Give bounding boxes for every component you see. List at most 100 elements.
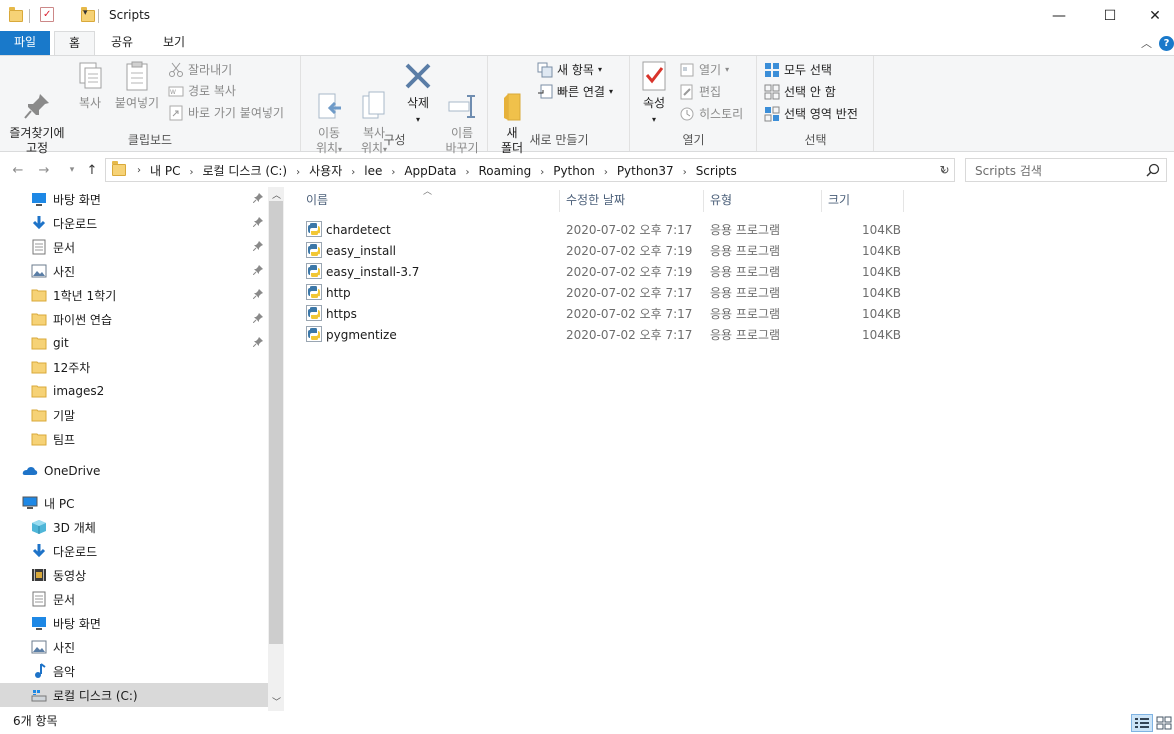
breadcrumb-item[interactable]: Python37: [617, 164, 674, 178]
breadcrumb-item[interactable]: lee: [364, 164, 382, 178]
breadcrumb-item[interactable]: Python: [553, 164, 595, 178]
sidebar-item[interactable]: git: [0, 331, 268, 355]
pin-icon[interactable]: [252, 216, 263, 230]
sidebar-item[interactable]: 사진: [0, 635, 268, 659]
back-button[interactable]: ←: [8, 160, 28, 180]
column-header-date[interactable]: 수정한 날짜: [560, 190, 704, 212]
sidebar-item[interactable]: 바탕 화면: [0, 187, 268, 211]
file-row[interactable]: easy_install 2020-07-02 오후 7:19 응용 프로그램 104…: [303, 240, 903, 261]
file-type: 응용 프로그램: [710, 223, 781, 237]
breadcrumb-item[interactable]: AppData: [404, 164, 456, 178]
sidebar-item-label: 12주차: [53, 360, 91, 375]
help-icon[interactable]: ?: [1159, 36, 1174, 51]
breadcrumb-item[interactable]: 내 PC: [150, 162, 180, 179]
details-view-button[interactable]: [1131, 714, 1153, 732]
breadcrumb-item[interactable]: 로컬 디스크 (C:): [202, 162, 287, 179]
chevron-down-icon: ▾: [69, 165, 75, 175]
sidebar-item[interactable]: 1학년 1학기: [0, 283, 268, 307]
paste-button[interactable]: 붙여넣기: [110, 60, 164, 111]
new-group: 새 폴더 새 항목 ▾ 빠른 연결 ▾ 새로 만들기: [489, 56, 630, 155]
pin-icon[interactable]: [252, 240, 263, 254]
select-none-button[interactable]: 선택 안 함: [764, 84, 836, 100]
column-header-size[interactable]: 크기: [822, 190, 904, 212]
open-button[interactable]: 열기 ▾: [679, 62, 729, 78]
cut-button[interactable]: 잘라내기: [168, 62, 232, 78]
sidebar-item[interactable]: 3D 개체: [0, 515, 268, 539]
copy-button[interactable]: 복사: [73, 60, 107, 111]
file-row[interactable]: chardetect 2020-07-02 오후 7:17 응용 프로그램 104KB: [303, 219, 903, 240]
sidebar-item[interactable]: 문서: [0, 587, 268, 611]
column-header-type[interactable]: 유형: [704, 190, 822, 212]
pin-icon[interactable]: [252, 312, 263, 326]
pin-icon[interactable]: [252, 288, 263, 302]
file-row[interactable]: easy_install-3.7 2020-07-02 오후 7:19 응용 프로그…: [303, 261, 903, 282]
sidebar-item[interactable]: 다운로드: [0, 539, 268, 563]
file-row[interactable]: pygmentize 2020-07-02 오후 7:17 응용 프로그램 104KB: [303, 324, 903, 345]
close-button[interactable]: ✕: [1132, 0, 1174, 31]
sidebar-item[interactable]: 팀프: [0, 427, 268, 451]
easy-access-button[interactable]: 빠른 연결 ▾: [537, 84, 613, 100]
up-button[interactable]: ↑: [82, 160, 102, 180]
breadcrumb-item[interactable]: Scripts: [696, 164, 737, 178]
copy-path-button[interactable]: W 경로 복사: [168, 83, 236, 99]
sidebar-item-label: 문서: [53, 592, 76, 607]
paste-shortcut-button[interactable]: 바로 가기 붙여넣기: [168, 105, 284, 121]
new-folder-icon: [496, 75, 528, 121]
sidebar-scroll-thumb[interactable]: [269, 201, 283, 644]
sidebar-item-label: git: [53, 336, 69, 350]
file-row[interactable]: http 2020-07-02 오후 7:17 응용 프로그램 104KB: [303, 282, 903, 303]
sidebar-item[interactable]: 파이썬 연습: [0, 307, 268, 331]
collapse-ribbon-icon[interactable]: ︿: [1141, 35, 1152, 51]
sidebar-item[interactable]: OneDrive: [0, 459, 268, 483]
history-button[interactable]: 히스토리: [679, 106, 743, 122]
sidebar-item[interactable]: 내 PC: [0, 491, 268, 515]
maximize-button[interactable]: ☐: [1087, 0, 1133, 31]
scroll-up-icon[interactable]: ︿: [272, 188, 281, 201]
large-icons-view-button[interactable]: [1156, 716, 1172, 730]
file-date: 2020-07-02 오후 7:17: [566, 307, 693, 321]
sidebar-item[interactable]: 동영상: [0, 563, 268, 587]
file-row[interactable]: https 2020-07-02 오후 7:17 응용 프로그램 104KB: [303, 303, 903, 324]
sidebar-item[interactable]: 기말: [0, 403, 268, 427]
sidebar-item-label: 파이썬 연습: [53, 312, 113, 327]
sidebar-item[interactable]: 12주차: [0, 355, 268, 379]
select-all-button[interactable]: 모두 선택: [764, 62, 832, 78]
sidebar-item-label: 음악: [53, 664, 76, 679]
breadcrumb-separator: ›: [391, 166, 396, 178]
tab-file[interactable]: 파일: [0, 31, 50, 55]
sidebar-item[interactable]: 다운로드: [0, 211, 268, 235]
sidebar-item[interactable]: 문서: [0, 235, 268, 259]
drive-icon: [31, 687, 47, 703]
tab-home[interactable]: 홈: [54, 31, 95, 56]
rename-icon: [446, 75, 478, 118]
refresh-button[interactable]: ↻: [935, 158, 955, 182]
recent-locations-button[interactable]: ▾: [62, 160, 82, 180]
delete-button[interactable]: 삭제 ▾: [400, 60, 436, 127]
edit-button[interactable]: 편집: [679, 84, 721, 100]
pin-icon[interactable]: [252, 336, 263, 350]
sidebar-item[interactable]: images2: [0, 379, 268, 403]
minimize-button[interactable]: —: [1036, 0, 1082, 31]
invert-selection-button[interactable]: 선택 영역 반전: [764, 106, 858, 122]
properties-quick-icon[interactable]: ✓: [40, 7, 54, 22]
forward-button[interactable]: →: [34, 160, 54, 180]
breadcrumb-item[interactable]: 사용자: [309, 162, 342, 179]
column-header-name[interactable]: 이름: [300, 190, 560, 212]
address-bar[interactable]: › 내 PC › 로컬 디스크 (C:) › 사용자 › lee › AppData › Roami…: [105, 158, 955, 182]
sidebar-item-label: 다운로드: [53, 544, 98, 559]
breadcrumb-item[interactable]: Roaming: [478, 164, 531, 178]
pin-icon[interactable]: [252, 192, 263, 206]
new-item-button[interactable]: 새 항목 ▾: [537, 62, 602, 78]
file-date: 2020-07-02 오후 7:19: [566, 244, 693, 258]
sidebar-item[interactable]: 음악: [0, 659, 268, 683]
sidebar-item[interactable]: 로컬 디스크 (C:): [0, 683, 268, 707]
properties-button[interactable]: 속성 ▾: [637, 60, 671, 127]
pin-icon[interactable]: [252, 264, 263, 278]
sidebar-item[interactable]: 바탕 화면: [0, 611, 268, 635]
search-box[interactable]: Scripts 검색: [965, 158, 1167, 182]
customize-quick-access-icon[interactable]: ▾: [83, 8, 88, 18]
search-icon: [1146, 163, 1160, 180]
sidebar-item[interactable]: 사진: [0, 259, 268, 283]
tab-view[interactable]: 보기: [152, 31, 196, 55]
tab-share[interactable]: 공유: [100, 31, 144, 55]
